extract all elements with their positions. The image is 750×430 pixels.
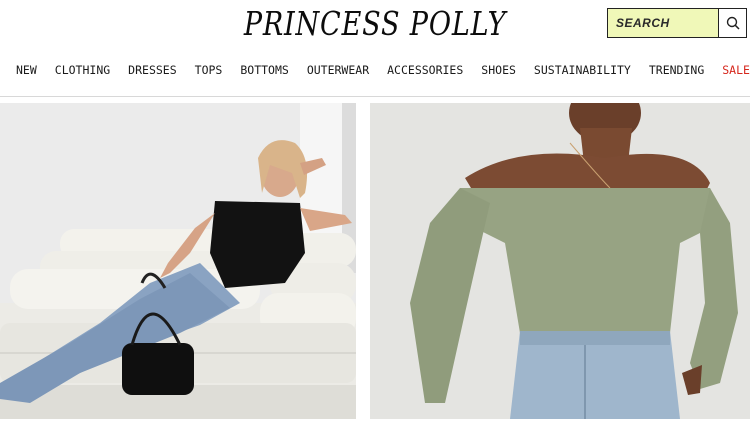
nav-item-clothing[interactable]: CLOTHING [55,62,110,78]
nav-item-accessories[interactable]: ACCESSORIES [387,62,463,78]
nav-item-trending[interactable]: TRENDING [649,62,704,78]
nav-item-tops[interactable]: TOPS [195,62,223,78]
header-divider [0,96,750,97]
search-icon [726,16,740,30]
nav-item-shoes[interactable]: SHOES [481,62,516,78]
nav-item-dresses[interactable]: DRESSES [128,62,176,78]
search-input[interactable] [608,9,719,37]
nav-item-new[interactable]: NEW [16,62,37,78]
nav-item-outerwear[interactable]: OUTERWEAR [307,62,369,78]
promo-image-left[interactable] [0,103,356,419]
main-navigation: NEW CLOTHING DRESSES TOPS BOTTOMS OUTERW… [16,62,750,78]
search-button[interactable] [719,9,746,37]
search-bar [607,8,747,38]
nav-item-bottoms[interactable]: BOTTOMS [240,62,288,78]
nav-item-sustainability[interactable]: SUSTAINABILITY [534,62,631,78]
model-sofa-illustration [0,103,356,419]
nav-item-sale[interactable]: SALE [722,62,750,78]
brand-logo-text: PRINCESS POLLY [243,4,507,43]
model-offshoulder-illustration [370,103,750,419]
promo-image-right[interactable] [370,103,750,419]
